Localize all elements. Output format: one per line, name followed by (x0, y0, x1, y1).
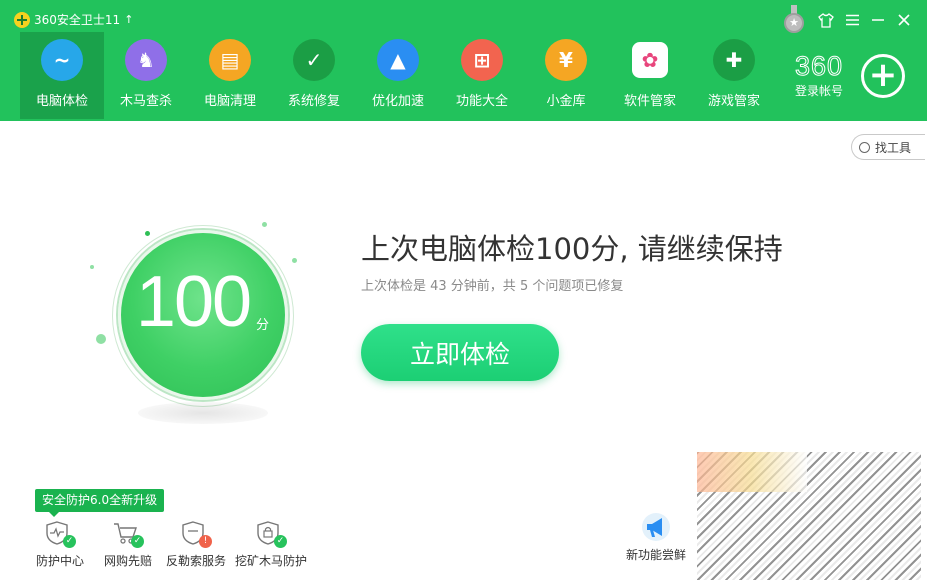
header-bar: 360安全卫士11 ↑ ★ ~ 电脑体检 ♞ 木马查杀 ▤ 电脑清理 ✓ 系统修… (0, 0, 927, 121)
tool-anti-ransomware[interactable]: ! 反勒索服务 (163, 520, 229, 569)
search-icon (859, 141, 870, 153)
find-tools-label: 找工具 (875, 140, 912, 155)
window-controls: ★ (783, 5, 917, 35)
minimize-icon[interactable] (865, 7, 891, 33)
nav-tab-software-manager[interactable]: ✿ 软件管家 (608, 32, 692, 119)
main-nav: ~ 电脑体检 ♞ 木马查杀 ▤ 电脑清理 ✓ 系统修复 ▲ 优化加速 ⊞ 功能大… (20, 32, 776, 119)
tool-protection-center[interactable]: ✓ 防护中心 (27, 520, 93, 569)
nav-label: 木马查杀 (119, 94, 172, 109)
nav-tab-all-features[interactable]: ⊞ 功能大全 (440, 32, 524, 119)
nav-label: 小金库 (546, 94, 586, 109)
broom-icon: ▤ (209, 39, 251, 81)
login-link[interactable]: 登录帐号 (795, 82, 843, 99)
tool-label: 反勒索服务 (165, 554, 226, 568)
nav-tab-pc-cleanup[interactable]: ▤ 电脑清理 (188, 32, 272, 119)
brand-360-logo: 360 (794, 51, 844, 81)
score-shadow (138, 402, 268, 424)
app-title-text: 360安全卫士11 (34, 13, 121, 27)
tool-mining-trojan-protection[interactable]: ✓ 挖矿木马防护 (231, 520, 311, 569)
decorative-dot (90, 265, 94, 269)
money-bag-icon: ¥ (545, 39, 587, 81)
upgrade-tag[interactable]: 安全防护6.0全新升级 (35, 489, 165, 517)
decorative-dot (145, 231, 150, 236)
upgrade-arrow-icon[interactable]: ↑ (124, 13, 133, 26)
horse-icon: ♞ (125, 39, 167, 81)
score-value: 100 (135, 262, 252, 342)
shield-warning-icon: ! (180, 520, 212, 548)
plus-icon: + (868, 54, 898, 95)
bottom-tools: ✓ 防护中心 ✓ 网购先赔 ! 反勒索服务 ✓ 挖矿木马防护 (27, 520, 313, 569)
nav-label: 优化加速 (371, 94, 424, 109)
shield-icon: ✓ (293, 39, 335, 81)
shield-lock-icon: ✓ (255, 520, 287, 548)
decorative-dot (262, 222, 267, 227)
account-area[interactable]: 360 登录帐号 (794, 51, 844, 99)
score-unit: 分 (256, 318, 270, 333)
rocket-icon: ▲ (377, 39, 419, 81)
nav-label: 功能大全 (455, 94, 508, 109)
new-feature-button[interactable]: 新功能尝鲜 (626, 512, 686, 563)
status-subline: 上次体检是 43 分钟前，共 5 个问题项已修复 (361, 279, 624, 294)
monitor-check-icon: ~ (41, 39, 83, 81)
check-now-button[interactable]: 立即体检 (361, 324, 559, 381)
screen-artifact (697, 452, 921, 580)
nav-label: 系统修复 (287, 94, 340, 109)
gamepad-icon: ✚ (713, 39, 755, 81)
tool-label: 防护中心 (35, 554, 84, 568)
shield-pulse-icon: ✓ (44, 520, 76, 548)
app-title: 360安全卫士11 ↑ (14, 11, 133, 28)
status-headline: 上次电脑体检100分, 请继续保持 (361, 232, 783, 266)
nav-tab-vault[interactable]: ¥ 小金库 (524, 32, 608, 119)
decorative-dot (96, 334, 106, 344)
skin-shirt-icon[interactable] (813, 7, 839, 33)
nav-tab-pc-checkup[interactable]: ~ 电脑体检 (20, 32, 104, 119)
nav-tab-system-repair[interactable]: ✓ 系统修复 (272, 32, 356, 119)
megaphone-icon (639, 512, 673, 542)
nav-label: 游戏管家 (707, 94, 760, 109)
decorative-dot (292, 258, 297, 263)
grid-icon: ⊞ (461, 39, 503, 81)
tool-label: 网购先赔 (103, 554, 152, 568)
find-tools-button[interactable]: 找工具 (851, 134, 925, 160)
tool-shopping-guarantee[interactable]: ✓ 网购先赔 (95, 520, 161, 569)
cart-icon: ✓ (112, 520, 144, 548)
nav-label: 电脑清理 (203, 94, 256, 109)
software-icon: ✿ (632, 42, 668, 78)
nav-tab-game-manager[interactable]: ✚ 游戏管家 (692, 32, 776, 119)
medal-icon[interactable]: ★ (783, 5, 805, 35)
nav-label: 软件管家 (623, 94, 676, 109)
nav-label: 电脑体检 (35, 94, 88, 109)
add-account-button[interactable]: + (861, 54, 905, 98)
nav-tab-optimize[interactable]: ▲ 优化加速 (356, 32, 440, 119)
tool-label: 挖矿木马防护 (234, 554, 307, 568)
nav-tab-trojan-scan[interactable]: ♞ 木马查杀 (104, 32, 188, 119)
new-feature-label: 新功能尝鲜 (626, 548, 687, 562)
close-icon[interactable] (891, 7, 917, 33)
360-logo-icon (14, 11, 30, 28)
menu-icon[interactable] (839, 7, 865, 33)
